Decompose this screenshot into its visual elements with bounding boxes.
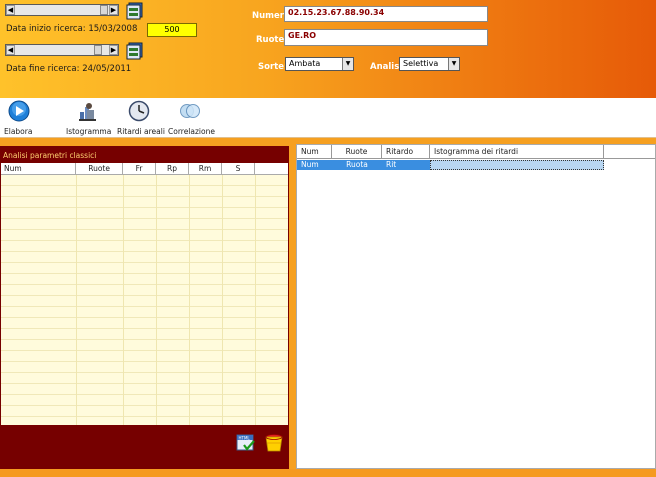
correlazione-label: Correlazione <box>168 127 215 136</box>
date-end-slider[interactable]: ◀ ▶ <box>5 44 119 56</box>
right-panel: Num Ruote Ritardo Istogramma dei ritardi… <box>296 144 656 469</box>
grid-header: Num Ruote Fr Rp Rm S <box>1 163 288 175</box>
column-header-ruote[interactable]: Ruote <box>76 163 123 174</box>
analisi-value: Selettiva <box>403 59 439 68</box>
istogramma-button[interactable]: Istogramma <box>66 100 112 136</box>
column-header-num[interactable]: Num <box>1 163 76 174</box>
chart-user-icon <box>79 103 96 121</box>
column-header-ritardo[interactable]: Ritardo <box>382 145 430 158</box>
ritardi-areali-button[interactable]: Ritardi areali <box>117 100 165 136</box>
correlazione-button[interactable]: Correlazione <box>168 100 215 136</box>
date-start-label: Data inizio ricerca: <box>6 24 86 34</box>
date-end-label: Data fine ricerca: <box>6 64 80 74</box>
istogramma-label: Istogramma <box>66 127 112 136</box>
slider-left-arrow-icon[interactable]: ◀ <box>6 5 15 15</box>
sorte-label: Sorte: <box>258 62 288 72</box>
analisi-select[interactable]: Selettiva ▼ <box>399 57 460 71</box>
numeri-input[interactable]: 02.15.23.67.88.90.34 <box>284 6 488 22</box>
slider-left-arrow-icon[interactable]: ◀ <box>6 45 15 55</box>
chevron-down-icon[interactable]: ▼ <box>448 58 459 70</box>
html-export-icon[interactable]: HTML <box>236 433 256 453</box>
delays-grid-header: Num Ruote Ritardo Istogramma dei ritardi <box>297 145 655 159</box>
elabora-button[interactable]: Elabora <box>4 100 34 136</box>
classic-params-grid[interactable]: Num Ruote Fr Rp Rm S <box>1 163 288 425</box>
column-header-s[interactable]: S <box>222 163 255 174</box>
row-cell-rit: Rit <box>382 160 430 170</box>
elabora-label: Elabora <box>4 127 33 136</box>
row-cell-ruota: Ruota <box>332 160 382 170</box>
date-end-value: 24/05/2011 <box>82 64 132 74</box>
slider-thumb[interactable] <box>94 45 102 55</box>
slider-right-arrow-icon[interactable]: ▶ <box>109 5 118 15</box>
play-icon <box>8 100 30 122</box>
date-start-slider[interactable]: ◀ ▶ <box>5 4 119 16</box>
slider-right-arrow-icon[interactable]: ▶ <box>109 45 118 55</box>
svg-text:HTML: HTML <box>239 435 251 440</box>
sorte-select[interactable]: Ambata ▼ <box>285 57 354 71</box>
table-row[interactable]: Num Ruota Rit <box>297 160 604 170</box>
row-cell-histogram <box>430 160 604 170</box>
column-header-num[interactable]: Num <box>297 145 332 158</box>
left-panel: Analisi parametri classici Num Ruote Fr … <box>0 146 289 469</box>
count-field[interactable]: 500 <box>147 23 197 37</box>
venn-icon <box>180 104 200 118</box>
clear-bucket-icon[interactable] <box>264 433 284 453</box>
sorte-value: Ambata <box>289 59 321 68</box>
ruote-label: Ruote: <box>256 35 288 45</box>
calendar-icon[interactable] <box>126 42 144 60</box>
date-start-value: 15/03/2008 <box>88 24 138 34</box>
row-cell-num: Num <box>297 160 332 170</box>
clock-icon <box>128 100 150 122</box>
column-header-fr[interactable]: Fr <box>123 163 156 174</box>
ruote-input[interactable]: GE.RO <box>284 29 488 46</box>
left-panel-title: Analisi parametri classici <box>3 151 97 160</box>
column-header-rp[interactable]: Rp <box>156 163 189 174</box>
ritardi-areali-label: Ritardi areali <box>117 127 165 136</box>
column-header-ruote[interactable]: Ruote <box>332 145 382 158</box>
column-header-rm[interactable]: Rm <box>189 163 222 174</box>
chevron-down-icon[interactable]: ▼ <box>342 58 353 70</box>
column-header-istogramma[interactable]: Istogramma dei ritardi <box>430 145 604 158</box>
header-bar: ◀ ▶ Data inizio ricerca: 15/03/2008 500 … <box>0 0 656 98</box>
grid-rows <box>1 175 288 425</box>
bottom-bar <box>0 469 656 477</box>
slider-thumb[interactable] <box>100 5 108 15</box>
toolbar: Elabora Istogramma Ritardi areali Correl… <box>0 98 656 138</box>
calendar-icon[interactable] <box>126 2 144 20</box>
